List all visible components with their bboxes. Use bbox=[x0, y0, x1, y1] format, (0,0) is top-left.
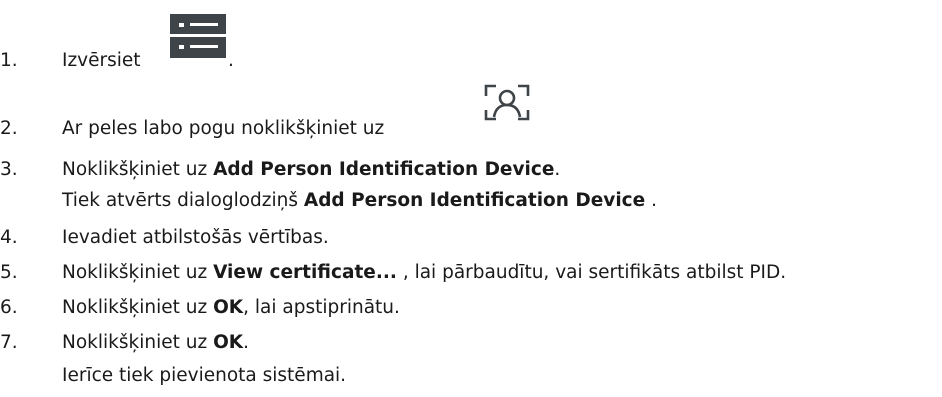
ui-term: OK bbox=[213, 332, 244, 353]
step-text: . bbox=[554, 159, 561, 180]
step-number: 1. bbox=[0, 50, 18, 71]
step-1-period: . bbox=[228, 50, 234, 71]
ui-term: OK bbox=[213, 297, 244, 318]
step-text: Noklikšķiniet uz bbox=[62, 159, 214, 180]
step-3-result: Tiek atvērts dialoglodziņš Add Person Id… bbox=[62, 189, 657, 213]
step-number: 7. bbox=[0, 332, 18, 353]
ui-term: View certificate... bbox=[213, 262, 397, 283]
result-text: . bbox=[645, 190, 657, 211]
step-text: Noklikšķiniet uz bbox=[62, 262, 214, 283]
step-text: , lai apstiprinātu. bbox=[243, 297, 400, 318]
step-text: Ar peles labo pogu noklikšķiniet uz bbox=[62, 118, 385, 139]
ui-term: Add Person Identification Device bbox=[213, 159, 555, 180]
step-7-result: Ierīce tiek pievienota sistēmai. bbox=[62, 364, 346, 388]
step-text: , lai pārbaudītu, vai sertifikāts atbils… bbox=[396, 262, 787, 283]
step-number: 5. bbox=[0, 262, 18, 283]
step-number: 3. bbox=[0, 159, 18, 180]
list-view-icon[interactable] bbox=[170, 14, 226, 63]
step-text: Izvērsiet bbox=[62, 50, 141, 71]
step-number: 4. bbox=[0, 227, 18, 248]
person-identification-icon[interactable] bbox=[484, 83, 530, 126]
step-number: 2. bbox=[0, 118, 18, 139]
step-text: Ievadiet atbilstošās vērtības. bbox=[62, 227, 329, 248]
step-text: Noklikšķiniet uz bbox=[62, 297, 214, 318]
result-text: Tiek atvērts dialoglodziņš bbox=[62, 190, 304, 211]
result-text: Ierīce tiek pievienota sistēmai. bbox=[62, 365, 347, 386]
ui-term: Add Person Identification Device bbox=[303, 190, 646, 211]
step-number: 6. bbox=[0, 297, 18, 318]
step-text: . bbox=[243, 332, 250, 353]
step-text: Noklikšķiniet uz bbox=[62, 332, 214, 353]
